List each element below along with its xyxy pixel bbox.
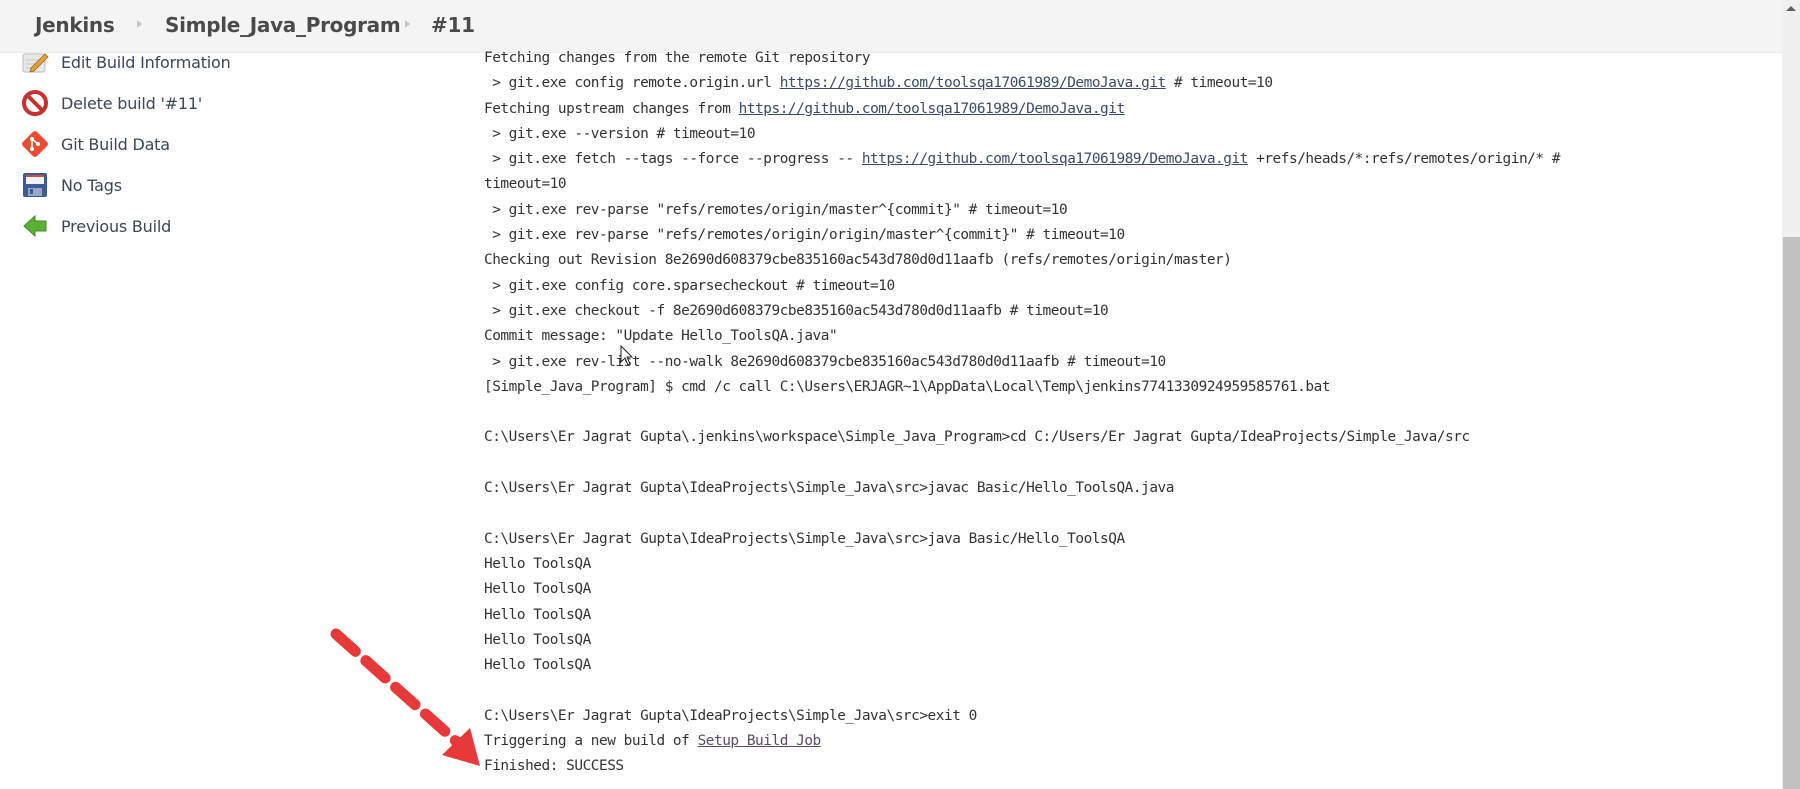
vertical-scrollbar[interactable] xyxy=(1782,0,1800,789)
breadcrumb-separator-icon[interactable] xyxy=(137,20,142,28)
breadcrumb-job[interactable]: Simple_Java_Program xyxy=(165,13,401,37)
console-text: > git.exe rev-parse "refs/remotes/origin… xyxy=(484,227,1125,244)
console-text: Hello ToolsQA xyxy=(484,606,591,623)
console-text: Fetching upstream changes from xyxy=(484,100,739,117)
console-text: Fetching changes from the remote Git rep… xyxy=(484,50,871,66)
console-text: [Simple_Java_Program] $ cmd /c call C:\U… xyxy=(484,378,1331,395)
console-line: [Simple_Java_Program] $ cmd /c call C:\U… xyxy=(484,375,1770,400)
console-line: C:\Users\Er Jagrat Gupta\IdeaProjects\Si… xyxy=(484,527,1770,552)
console-line: timeout=10 xyxy=(484,172,1770,197)
git-logo-icon xyxy=(20,129,50,159)
console-text: > git.exe checkout -f 8e2690d608379cbe83… xyxy=(484,302,1109,319)
console-text: Hello ToolsQA xyxy=(484,657,591,674)
sidebar-item-no-tags[interactable]: No Tags xyxy=(20,170,122,200)
sidebar-item-label: No Tags xyxy=(61,175,122,195)
sidebar-item-label: Git Build Data xyxy=(61,134,170,154)
scroll-up-arrow-icon[interactable] xyxy=(1786,6,1796,11)
console-text: Finished: SUCCESS xyxy=(484,758,624,775)
console-line: > git.exe config remote.origin.url https… xyxy=(484,71,1770,96)
console-text: Commit message: "Update Hello_ToolsQA.ja… xyxy=(484,328,838,345)
console-line: Hello ToolsQA xyxy=(484,577,1770,602)
sidebar-item-label: Previous Build xyxy=(61,216,172,236)
annotation-arrow-head xyxy=(442,728,480,766)
console-line: > git.exe fetch --tags --force --progres… xyxy=(484,147,1770,172)
sidebar-item-label: Delete build '#11' xyxy=(61,93,203,113)
console-line: Hello ToolsQA xyxy=(484,653,1770,678)
console-text: # timeout=10 xyxy=(1165,75,1273,92)
console-text: > git.exe config core.sparsecheckout # t… xyxy=(484,277,895,294)
console-line: C:\Users\Er Jagrat Gupta\IdeaProjects\Si… xyxy=(484,704,1770,729)
console-line: Hello ToolsQA xyxy=(484,603,1770,628)
console-line: Fetching changes from the remote Git rep… xyxy=(484,46,1770,71)
sidebar-item-edit-build-information[interactable]: Edit Build Information xyxy=(20,47,231,77)
console-line: C:\Users\Er Jagrat Gupta\IdeaProjects\Si… xyxy=(484,476,1770,501)
console-line: > git.exe config core.sparsecheckout # t… xyxy=(484,274,1770,299)
console-text: Hello ToolsQA xyxy=(484,631,591,648)
job-link[interactable]: Setup Build Job xyxy=(698,733,822,749)
console-text: > git.exe rev-parse "refs/remotes/origin… xyxy=(484,201,1068,218)
console-text: Triggering a new build of xyxy=(484,733,698,750)
console-line: > git.exe checkout -f 8e2690d608379cbe83… xyxy=(484,299,1770,324)
console-text: C:\Users\Er Jagrat Gupta\IdeaProjects\Si… xyxy=(484,707,977,724)
console-text: > git.exe config remote.origin.url xyxy=(484,75,780,92)
console-text: +refs/heads/*:refs/remotes/origin/* # xyxy=(1247,151,1561,168)
sidebar-item-label: Edit Build Information xyxy=(61,52,231,72)
breadcrumb-separator-icon[interactable] xyxy=(405,20,410,28)
console-text: C:\Users\Er Jagrat Gupta\.jenkins\worksp… xyxy=(484,429,1470,446)
console-line: Triggering a new build of Setup Build Jo… xyxy=(484,729,1770,754)
console-text: > git.exe --version # timeout=10 xyxy=(484,125,756,142)
floppy-disk-icon xyxy=(20,170,50,200)
console-line: > git.exe --version # timeout=10 xyxy=(484,122,1770,147)
breadcrumb-jenkins[interactable]: Jenkins xyxy=(35,13,115,37)
sidebar-item-git-build-data[interactable]: Git Build Data xyxy=(20,129,170,159)
scrollbar-thumb[interactable] xyxy=(1783,237,1800,789)
console-text: C:\Users\Er Jagrat Gupta\IdeaProjects\Si… xyxy=(484,480,1174,497)
console-text: > git.exe rev-list --no-walk 8e2690d6083… xyxy=(484,353,1166,370)
console-line: > git.exe rev-parse "refs/remotes/origin… xyxy=(484,223,1770,248)
console-text: timeout=10 xyxy=(484,176,567,193)
no-entry-icon xyxy=(20,88,50,118)
console-line: > git.exe rev-parse "refs/remotes/origin… xyxy=(484,198,1770,223)
console-line: C:\Users\Er Jagrat Gupta\.jenkins\worksp… xyxy=(484,425,1770,450)
annotation-arrow-shaft xyxy=(330,628,464,749)
console-output: Fetching changes from the remote Git rep… xyxy=(484,46,1770,780)
repo-link[interactable]: https://github.com/toolsqa17061989/DemoJ… xyxy=(739,101,1126,117)
console-line: Hello ToolsQA xyxy=(484,552,1770,577)
console-line: Checking out Revision 8e2690d608379cbe83… xyxy=(484,248,1770,273)
notepad-pencil-icon xyxy=(20,47,50,77)
breadcrumb-build[interactable]: #11 xyxy=(431,13,475,37)
console-text: C:\Users\Er Jagrat Gupta\IdeaProjects\Si… xyxy=(484,530,1125,547)
console-text: > git.exe fetch --tags --force --progres… xyxy=(484,151,862,168)
repo-link[interactable]: https://github.com/toolsqa17061989/DemoJ… xyxy=(862,151,1249,167)
sidebar-item-previous-build[interactable]: Previous Build xyxy=(20,211,171,241)
console-line: Hello ToolsQA xyxy=(484,628,1770,653)
console-text: Hello ToolsQA xyxy=(484,555,591,572)
console-text: Hello ToolsQA xyxy=(484,581,591,598)
console-line: Fetching upstream changes from https://g… xyxy=(484,97,1770,122)
console-line: Commit message: "Update Hello_ToolsQA.ja… xyxy=(484,324,1770,349)
mouse-cursor-icon xyxy=(620,345,634,366)
console-text: Checking out Revision 8e2690d608379cbe83… xyxy=(484,252,1232,269)
green-left-arrow-icon xyxy=(20,211,50,241)
console-line: Finished: SUCCESS xyxy=(484,754,1770,779)
sidebar-item-delete-build[interactable]: Delete build '#11' xyxy=(20,88,202,118)
repo-link[interactable]: https://github.com/toolsqa17061989/DemoJ… xyxy=(780,75,1167,91)
console-line: > git.exe rev-list --no-walk 8e2690d6083… xyxy=(484,350,1770,375)
